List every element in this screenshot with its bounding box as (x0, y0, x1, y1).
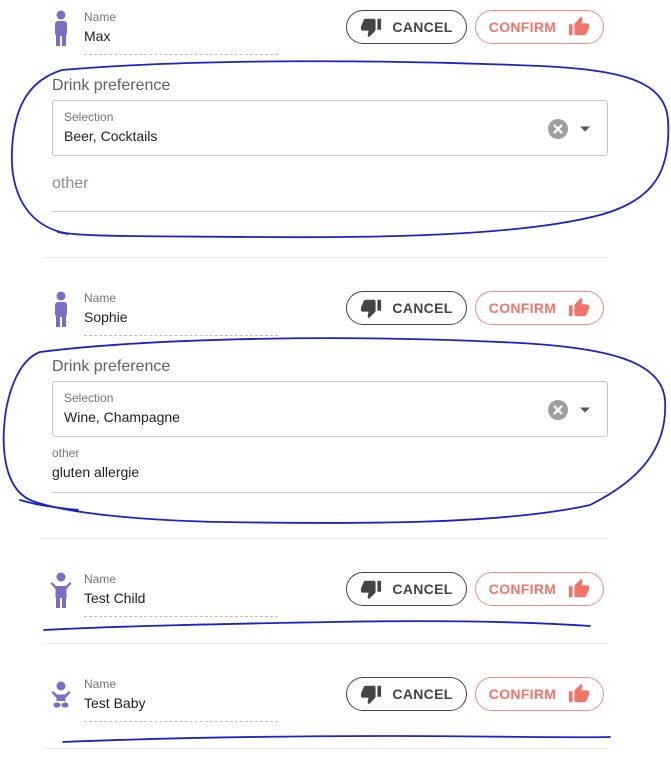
thumbs-up-icon (568, 683, 590, 705)
other-underline (52, 211, 608, 212)
thumbs-down-icon (360, 683, 382, 705)
clear-selection-icon[interactable] (548, 400, 568, 420)
selection-label: Selection (64, 391, 114, 405)
other-label: other (52, 446, 80, 460)
divider (43, 538, 608, 539)
guest-card-sophie: Name Sophie CANCEL CONFIRM Drink prefere… (0, 281, 671, 538)
adult-person-icon (50, 291, 72, 327)
baby-icon (50, 681, 72, 717)
chevron-down-icon[interactable] (579, 125, 591, 133)
confirm-button[interactable]: CONFIRM (475, 291, 604, 325)
drink-preference-title: Drink preference (52, 358, 171, 375)
thumbs-down-icon (360, 297, 382, 319)
name-value[interactable]: Max (84, 28, 110, 44)
selection-value: Wine, Champagne (64, 409, 180, 425)
clear-selection-icon[interactable] (548, 119, 568, 139)
selection-label: Selection (64, 110, 114, 124)
divider (43, 643, 608, 644)
name-value[interactable]: Test Child (84, 590, 145, 606)
confirm-label: CONFIRM (488, 300, 557, 316)
divider (43, 748, 608, 749)
confirm-label: CONFIRM (488, 19, 557, 35)
cancel-label: CANCEL (392, 581, 453, 597)
cancel-label: CANCEL (392, 686, 453, 702)
name-value[interactable]: Sophie (84, 309, 128, 325)
name-underline (84, 721, 278, 722)
cancel-label: CANCEL (392, 19, 453, 35)
guest-card-test-baby: Name Test Baby CANCEL CONFIRM (0, 667, 671, 748)
selection-value: Beer, Cocktails (64, 128, 158, 144)
confirm-label: CONFIRM (488, 581, 557, 597)
thumbs-up-icon (568, 16, 590, 38)
cancel-button[interactable]: CANCEL (346, 677, 467, 711)
other-input[interactable]: gluten allergie (52, 464, 139, 480)
name-label: Name (84, 10, 117, 24)
name-label: Name (84, 572, 117, 586)
thumbs-down-icon (360, 16, 382, 38)
thumbs-up-icon (568, 578, 590, 600)
guest-card-max: Name Max CANCEL CONFIRM Drink preference… (0, 0, 671, 257)
child-icon (50, 572, 72, 608)
confirm-button[interactable]: CONFIRM (475, 572, 604, 606)
name-value[interactable]: Test Baby (84, 695, 145, 711)
other-underline (52, 492, 608, 493)
drink-preference-title: Drink preference (52, 77, 171, 94)
name-label: Name (84, 677, 117, 691)
cancel-button[interactable]: CANCEL (346, 10, 467, 44)
drink-selection-select[interactable]: Selection Wine, Champagne (52, 381, 608, 437)
name-underline (84, 335, 278, 336)
name-label: Name (84, 291, 117, 305)
guest-card-test-child: Name Test Child CANCEL CONFIRM (0, 562, 671, 643)
adult-person-icon (50, 10, 72, 46)
other-input[interactable]: other (52, 175, 88, 193)
name-underline (84, 616, 278, 617)
name-underline (84, 54, 278, 55)
cancel-label: CANCEL (392, 300, 453, 316)
drink-selection-select[interactable]: Selection Beer, Cocktails (52, 100, 608, 156)
chevron-down-icon[interactable] (579, 406, 591, 414)
confirm-button[interactable]: CONFIRM (475, 10, 604, 44)
confirm-button[interactable]: CONFIRM (475, 677, 604, 711)
thumbs-down-icon (360, 578, 382, 600)
divider (43, 257, 608, 258)
cancel-button[interactable]: CANCEL (346, 572, 467, 606)
cancel-button[interactable]: CANCEL (346, 291, 467, 325)
thumbs-up-icon (568, 297, 590, 319)
confirm-label: CONFIRM (488, 686, 557, 702)
